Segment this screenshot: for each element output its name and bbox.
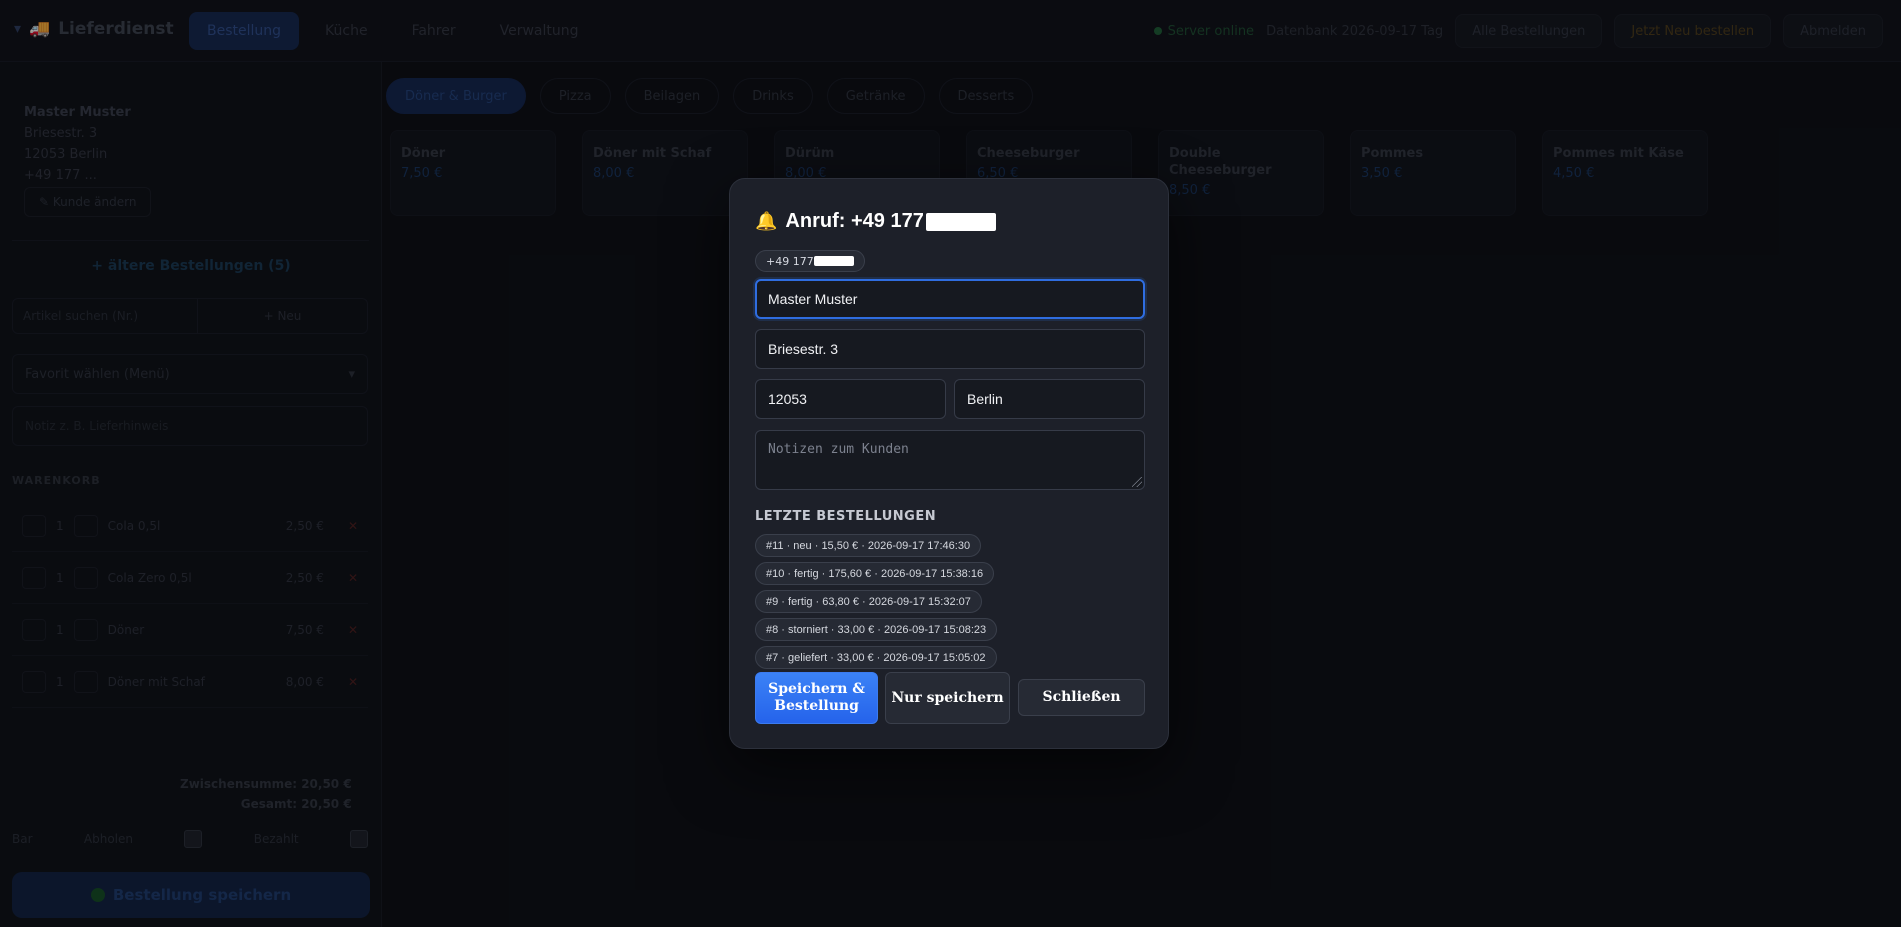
customer-notes-placeholder: Notizen zum Kunden bbox=[768, 442, 909, 457]
save-only-button[interactable]: Nur speichern bbox=[885, 672, 1010, 724]
recent-order-chip[interactable]: #10 · fertig · 175,60 € · 2026-09-17 15:… bbox=[755, 562, 995, 585]
recent-order-chip[interactable]: #11 · neu · 15,50 € · 2026-09-17 17:46:3… bbox=[755, 534, 982, 557]
recent-order-chip[interactable]: #8 · storniert · 33,00 € · 2026-09-17 15… bbox=[755, 618, 998, 641]
dialog-title: 🔔 Anruf: +49 177 bbox=[755, 210, 996, 233]
customer-name-input[interactable]: Master Muster bbox=[755, 279, 1145, 319]
recent-order-chip[interactable]: #7 · geliefert · 33,00 € · 2026-09-17 15… bbox=[755, 646, 997, 669]
street-input[interactable]: Briesestr. 3 bbox=[755, 329, 1145, 369]
phone-pill-text: +49 177 bbox=[766, 254, 814, 268]
city-input[interactable]: Berlin bbox=[954, 379, 1145, 419]
recent-orders-header: LETZTE BESTELLUNGEN bbox=[755, 509, 937, 524]
zip-input[interactable]: 12053 bbox=[755, 379, 946, 419]
phone-pill: +49 177 bbox=[755, 250, 865, 272]
dialog-title-text: Anruf: +49 177 bbox=[785, 210, 924, 232]
incoming-call-dialog: 🔔 Anruf: +49 177 +49 177 Master Muster B… bbox=[729, 178, 1169, 749]
recent-order-chip[interactable]: #9 · fertig · 63,80 € · 2026-09-17 15:32… bbox=[755, 590, 982, 613]
resize-grip-icon[interactable] bbox=[1132, 477, 1142, 487]
recent-orders-list: #11 · neu · 15,50 € · 2026-09-17 17:46:3… bbox=[755, 534, 998, 669]
save-and-order-button[interactable]: Speichern & Bestellung bbox=[755, 672, 878, 724]
redacted-number bbox=[925, 212, 996, 231]
bell-icon: 🔔 bbox=[755, 211, 778, 231]
redacted-number bbox=[813, 256, 854, 266]
close-button[interactable]: Schließen bbox=[1018, 679, 1145, 716]
customer-notes-textarea[interactable]: Notizen zum Kunden bbox=[755, 430, 1145, 490]
